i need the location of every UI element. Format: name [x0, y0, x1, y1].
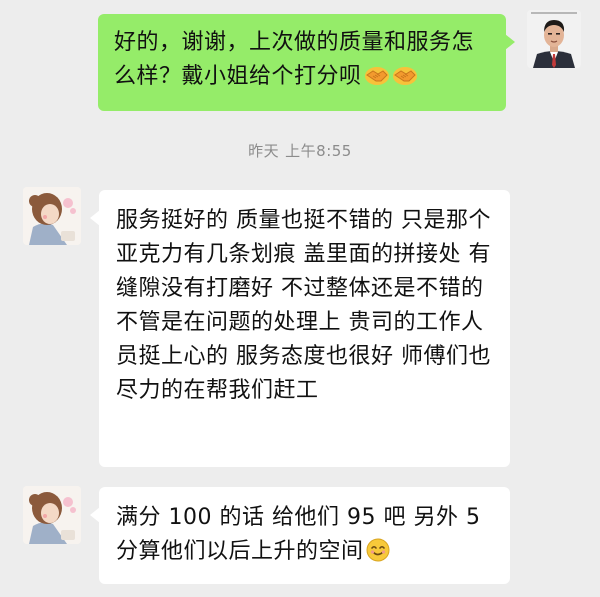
timestamp-time: 上午8:55	[285, 142, 352, 160]
outgoing-message-text: 好的，谢谢，上次做的质量和服务怎么样？戴小姐给个打分呗	[114, 30, 475, 89]
timestamp-day: 昨天	[248, 142, 280, 160]
avatar-contact[interactable]	[23, 486, 81, 544]
handshake-icon	[392, 64, 418, 98]
avatar-self[interactable]	[527, 10, 581, 68]
chat-view: 好的，谢谢，上次做的质量和服务怎么样？戴小姐给个打分呗 昨天 上午8:55 服务挺…	[0, 0, 600, 597]
outgoing-message-bubble[interactable]: 好的，谢谢，上次做的质量和服务怎么样？戴小姐给个打分呗	[98, 14, 515, 111]
incoming-message-text: 服务挺好的 质量也挺不错的 只是那个亚克力有几条划痕 盖里面的拼接处 有缝隙没有…	[116, 208, 491, 403]
handshake-icon	[364, 64, 390, 98]
message-timestamp: 昨天 上午8:55	[0, 140, 600, 161]
incoming-message-bubble[interactable]: 服务挺好的 质量也挺不错的 只是那个亚克力有几条划痕 盖里面的拼接处 有缝隙没有…	[90, 190, 510, 467]
avatar-contact[interactable]	[23, 187, 81, 245]
incoming-message-text: 满分 100 的话 给他们 95 吧 另外 5 分算他们以后上升的空间	[116, 505, 481, 564]
smiling-face-icon	[366, 538, 390, 573]
incoming-message-bubble[interactable]: 满分 100 的话 给他们 95 吧 另外 5 分算他们以后上升的空间	[90, 487, 510, 584]
